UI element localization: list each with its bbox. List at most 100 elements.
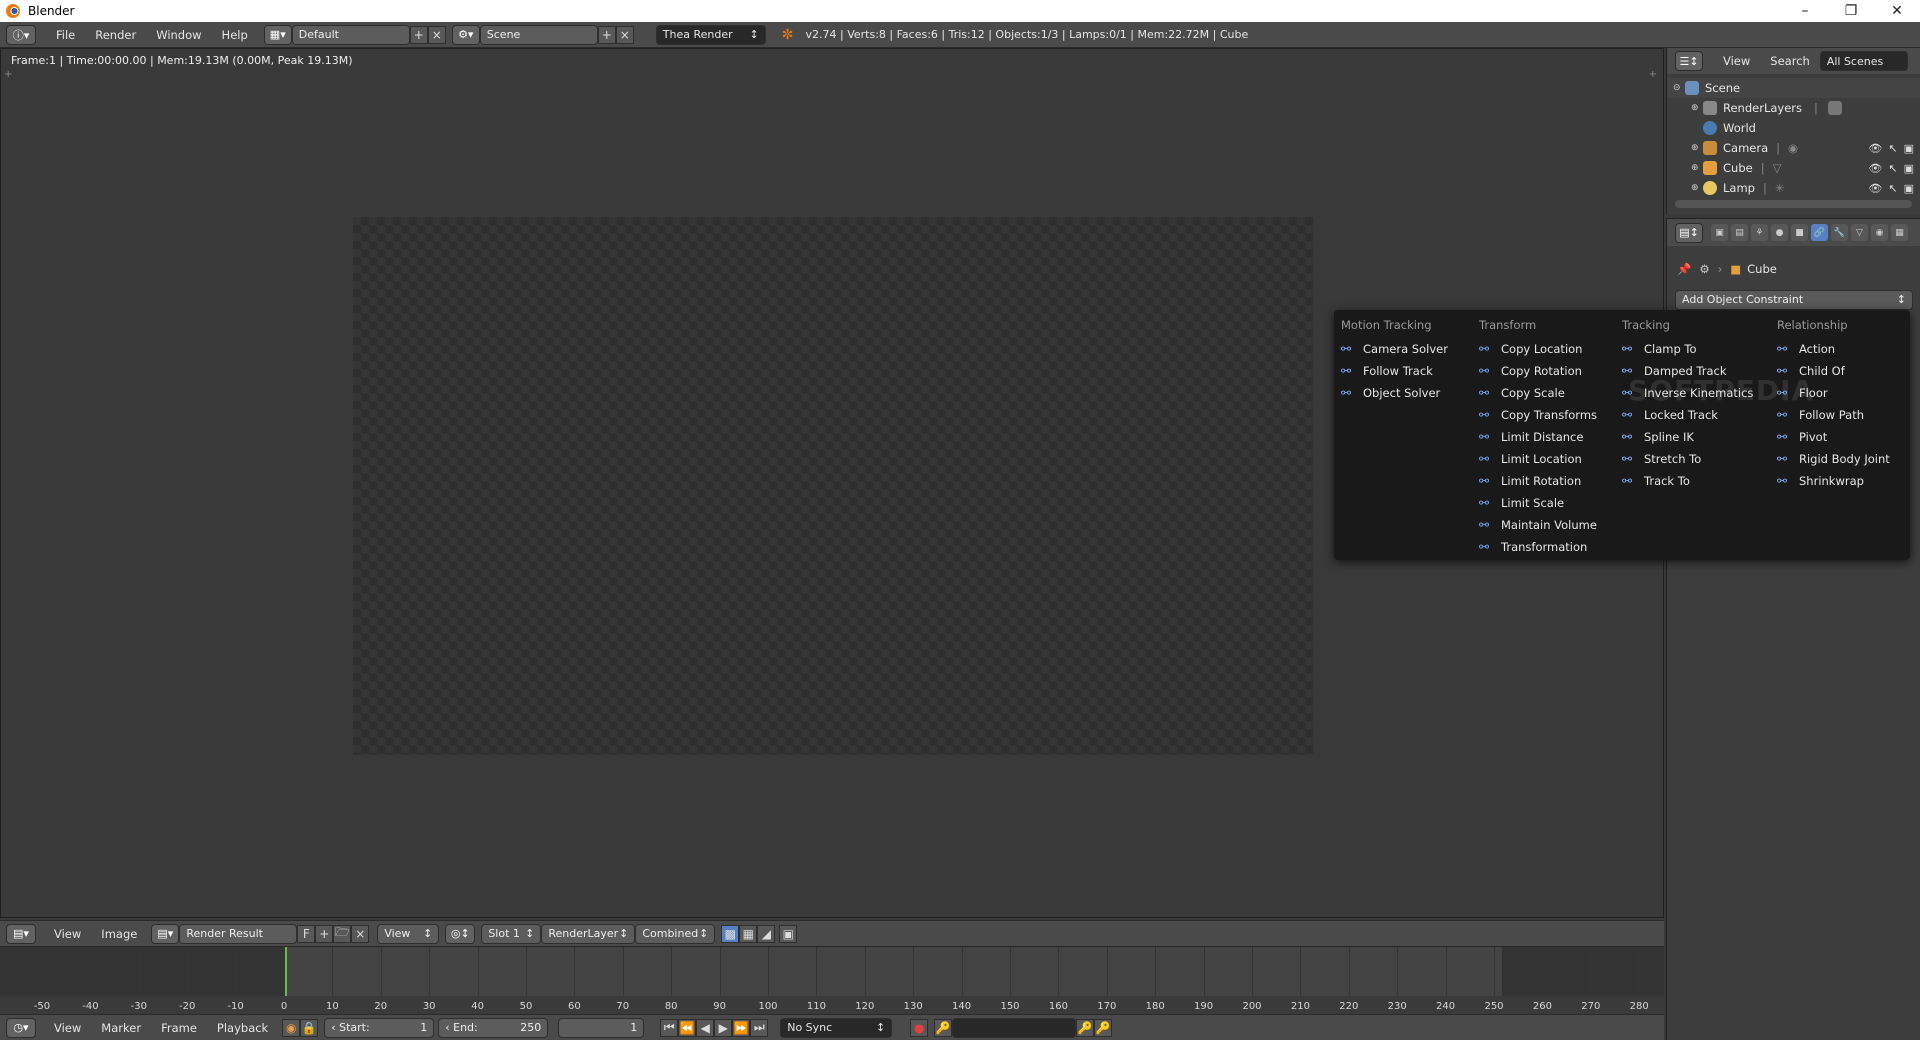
sync-select[interactable]: No Sync ↕ — [780, 1017, 893, 1038]
scene-icon[interactable]: ⚙▾ — [451, 24, 480, 45]
view-mode-select[interactable]: View ↕ — [377, 923, 440, 944]
menu-item[interactable]: ⚯ Camera Solver — [1341, 338, 1448, 360]
draw-alpha-icon[interactable]: ▦ — [739, 924, 758, 943]
menu-view[interactable]: View — [1713, 54, 1760, 68]
menu-item[interactable]: ⚯ Object Solver — [1341, 382, 1448, 404]
menu-item[interactable]: ⚯ Pivot — [1777, 426, 1890, 448]
menu-item[interactable]: ⚯ Action — [1777, 338, 1890, 360]
menu-item[interactable]: ⚯ Rigid Body Joint — [1777, 448, 1890, 470]
outliner-tree[interactable]: ⊝ Scene ⊕ RenderLayers | World ⊕ Camera … — [1666, 74, 1920, 214]
eye-icon[interactable]: 👁 — [1868, 162, 1882, 175]
render-engine-select[interactable]: Thea Render ↕ — [655, 24, 766, 45]
eye-icon[interactable]: 👁 — [1868, 142, 1882, 155]
start-frame-field[interactable]: ‹ Start: 1 — [324, 1017, 435, 1038]
expand-icon[interactable]: ⊕ — [1691, 143, 1703, 153]
keying-set-icon[interactable]: 🔑 — [934, 1018, 953, 1037]
editor-type-image-icon[interactable]: ▤▾ — [6, 923, 36, 944]
timeline-area[interactable]: -50 -40 -30 -20 -10 0 10 20 30 40 50 60 70 80 90 100 110… — [0, 946, 1664, 1014]
menu-file[interactable]: File — [46, 28, 85, 42]
pin-icon[interactable]: 📌 — [1677, 262, 1691, 276]
open-image-icon[interactable]: 🗁 — [333, 924, 352, 943]
eye-icon[interactable]: 👁 — [1868, 182, 1882, 195]
render-tab-icon[interactable]: ▣ — [1711, 224, 1728, 241]
expand-icon[interactable]: ⊕ — [1691, 163, 1703, 173]
add-scene-icon[interactable]: + — [597, 25, 616, 44]
area-split-corner-icon[interactable]: + — [4, 69, 12, 80]
cursor-icon[interactable]: ↖ — [1888, 182, 1897, 195]
scene-tab-icon[interactable]: ⚘ — [1751, 224, 1768, 241]
outliner-item-camera[interactable]: ⊕ Camera | ◉ 👁 ↖ ▣ — [1667, 138, 1920, 158]
keying-set-field[interactable] — [952, 1017, 1077, 1038]
menu-search[interactable]: Search — [1760, 54, 1820, 68]
expand-icon[interactable]: ⊕ — [1691, 103, 1703, 113]
menu-item[interactable]: ⚯ Follow Track — [1341, 360, 1448, 382]
jump-end-icon[interactable]: ⏭ — [750, 1018, 769, 1037]
outliner-item-lamp[interactable]: ⊕ Lamp | ✳ 👁 ↖ ▣ — [1667, 178, 1920, 198]
lock-icon[interactable]: 🔒 — [300, 1018, 319, 1037]
editor-type-outliner-icon[interactable]: ☰↕ — [1675, 51, 1703, 71]
insert-keyframe-icon[interactable]: 🔑 — [1076, 1018, 1095, 1037]
world-tab-icon[interactable]: ● — [1771, 224, 1788, 241]
menu-item[interactable]: ⚯ Copy Rotation — [1479, 360, 1597, 382]
menu-view[interactable]: View — [44, 927, 91, 941]
menu-item[interactable]: ⚯ Spline IK — [1622, 426, 1753, 448]
editor-type-properties-icon[interactable]: ▤↕ — [1675, 222, 1703, 243]
menu-item[interactable]: ⚯ Child Of — [1777, 360, 1890, 382]
end-frame-field[interactable]: ‹ End: 250 — [438, 1017, 549, 1038]
image-name-field[interactable]: Render Result — [179, 923, 298, 944]
scene-field[interactable]: Scene — [479, 24, 598, 45]
menu-item[interactable]: ⚯ Stretch To — [1622, 448, 1753, 470]
menu-view[interactable]: View — [44, 1021, 91, 1035]
menu-render[interactable]: Render — [85, 28, 146, 42]
slot-select[interactable]: Slot 1 ↕ — [481, 923, 542, 944]
menu-item[interactable]: ⚯ Floor — [1777, 382, 1890, 404]
outliner-display-mode-select[interactable]: All Scenes — [1819, 51, 1908, 71]
jump-start-icon[interactable]: ⏮ — [660, 1018, 679, 1037]
menu-playback[interactable]: Playback — [207, 1021, 278, 1035]
menu-item[interactable]: ⚯ Shrinkwrap — [1777, 470, 1890, 492]
pivot-icon[interactable]: ◎↕ — [445, 923, 476, 944]
constraints-tab-icon[interactable]: 🔗 — [1811, 224, 1828, 241]
layout-grid-icon[interactable]: ▦▾ — [263, 24, 292, 45]
menu-marker[interactable]: Marker — [91, 1021, 151, 1035]
editor-type-info-icon[interactable]: ⓘ▾ — [6, 24, 36, 45]
new-image-icon[interactable]: + — [315, 924, 334, 943]
menu-item[interactable]: ⚯ Track To — [1622, 470, 1753, 492]
draw-color-icon[interactable]: ▩ — [721, 924, 740, 943]
outliner-item-cube[interactable]: ⊕ Cube | ▽ 👁 ↖ ▣ — [1667, 158, 1920, 178]
menu-item[interactable]: ⚯ Limit Distance — [1479, 426, 1597, 448]
record-icon[interactable]: ● — [910, 1018, 929, 1037]
current-frame-cursor[interactable] — [285, 947, 287, 996]
current-frame-field[interactable]: 1 — [558, 1017, 645, 1038]
menu-frame[interactable]: Frame — [151, 1021, 207, 1035]
menu-item[interactable]: ⚯ Inverse Kinematics — [1622, 382, 1753, 404]
modifiers-tab-icon[interactable]: 🔧 — [1831, 224, 1848, 241]
jump-prev-key-icon[interactable]: ⏪ — [678, 1018, 697, 1037]
expand-icon[interactable]: ⊕ — [1691, 183, 1703, 193]
menu-item[interactable]: ⚯ Locked Track — [1622, 404, 1753, 426]
menu-item[interactable]: ⚯ Limit Rotation — [1479, 470, 1597, 492]
render-icon[interactable]: ▣ — [1904, 162, 1914, 175]
editor-type-timeline-icon[interactable]: ◷▾ — [6, 1017, 36, 1038]
delete-keyframe-icon[interactable]: 🔑 — [1094, 1018, 1113, 1037]
render-layers-tab-icon[interactable]: ▤ — [1731, 224, 1748, 241]
render-layer-select[interactable]: RenderLayer ↕ — [541, 923, 636, 944]
horizontal-scrollbar[interactable] — [1675, 200, 1912, 208]
remove-scene-icon[interactable]: × — [615, 25, 634, 44]
close-icon[interactable]: ✕ — [1874, 0, 1920, 22]
remove-layout-icon[interactable]: × — [427, 25, 446, 44]
data-tab-icon[interactable]: ▽ — [1851, 224, 1868, 241]
menu-image[interactable]: Image — [91, 927, 147, 941]
menu-item[interactable]: ⚯ Copy Location — [1479, 338, 1597, 360]
menu-item[interactable]: ⚯ Follow Path — [1777, 404, 1890, 426]
texture-tab-icon[interactable]: ▦ — [1891, 224, 1908, 241]
material-tab-icon[interactable]: ◉ — [1871, 224, 1888, 241]
outliner-item-scene[interactable]: ⊝ Scene — [1667, 78, 1920, 98]
cursor-icon[interactable]: ↖ — [1888, 162, 1897, 175]
play-icon[interactable]: ▶ — [714, 1018, 733, 1037]
channels-icon[interactable]: ▣ — [779, 924, 798, 943]
restore-icon[interactable]: ❐ — [1828, 0, 1874, 22]
menu-item[interactable]: ⚯ Maintain Volume — [1479, 514, 1597, 536]
image-browse-icon[interactable]: ▤▾ — [151, 923, 180, 944]
menu-item[interactable]: ⚯ Limit Location — [1479, 448, 1597, 470]
